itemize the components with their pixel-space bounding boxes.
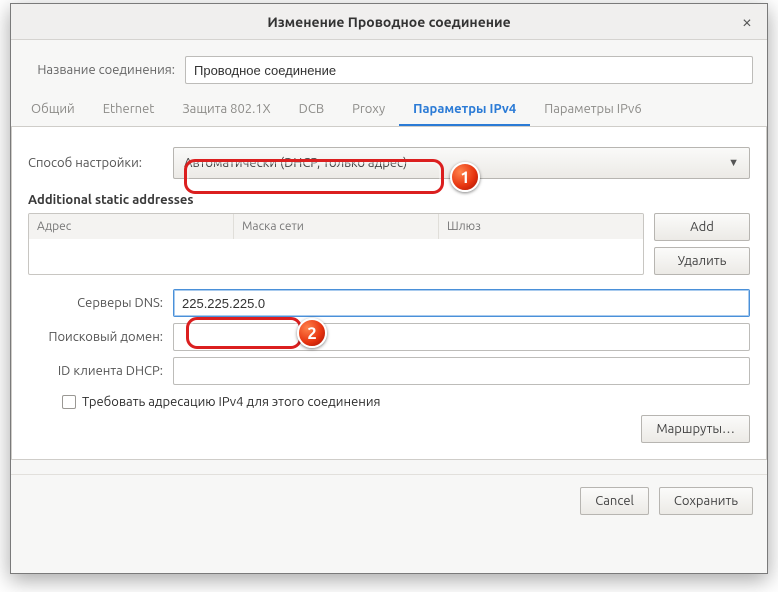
search-domain-label: Поисковый домен: xyxy=(28,330,173,344)
method-value: Автоматически (DHCP, только адрес) xyxy=(184,156,407,170)
tab-ipv6[interactable]: Параметры IPv6 xyxy=(530,94,656,126)
col-address: Адрес xyxy=(29,214,234,239)
tab-ipv4[interactable]: Параметры IPv4 xyxy=(399,94,530,126)
dns-label: Серверы DNS: xyxy=(28,296,173,310)
addresses-title: Additional static addresses xyxy=(28,193,750,207)
delete-button[interactable]: Удалить xyxy=(654,247,750,275)
dhcp-client-id-label: ID клиента DHCP: xyxy=(28,364,173,378)
method-dropdown[interactable]: Автоматически (DHCP, только адрес) ▼ xyxy=(173,147,750,179)
col-netmask: Маска сети xyxy=(234,214,439,239)
close-icon[interactable]: × xyxy=(737,12,757,32)
tab-dcb[interactable]: DCB xyxy=(285,94,338,126)
cancel-button[interactable]: Cancel xyxy=(580,487,649,515)
tab-ethernet[interactable]: Ethernet xyxy=(89,94,169,126)
save-button[interactable]: Сохранить xyxy=(659,487,753,515)
chevron-down-icon: ▼ xyxy=(728,157,739,169)
window-title: Изменение Проводное соединение xyxy=(267,14,510,30)
dhcp-client-id-input[interactable] xyxy=(173,357,750,385)
search-domain-input[interactable] xyxy=(173,323,750,351)
ipv4-panel: Способ настройки: Автоматически (DHCP, т… xyxy=(11,127,767,460)
table-row[interactable] xyxy=(29,239,643,265)
routes-button[interactable]: Маршруты… xyxy=(641,415,750,443)
tabs: Общий Ethernet Защита 802.1X DCB Proxy П… xyxy=(11,94,767,127)
connection-name-label: Название соединения: xyxy=(25,63,185,77)
connection-name-input[interactable] xyxy=(185,56,753,84)
dns-input[interactable] xyxy=(173,289,750,317)
dialog-window: Изменение Проводное соединение × Названи… xyxy=(10,3,768,574)
tab-8021x[interactable]: Защита 802.1X xyxy=(168,94,284,126)
add-button[interactable]: Add xyxy=(654,213,750,241)
addresses-table[interactable]: Адрес Маска сети Шлюз xyxy=(28,213,644,275)
require-ipv4-checkbox[interactable] xyxy=(62,395,76,409)
tab-general[interactable]: Общий xyxy=(17,94,89,126)
col-gateway: Шлюз xyxy=(439,214,643,239)
titlebar: Изменение Проводное соединение × xyxy=(11,4,767,40)
require-ipv4-label: Требовать адресацию IPv4 для этого соеди… xyxy=(82,395,381,409)
tab-proxy[interactable]: Proxy xyxy=(338,94,399,126)
method-label: Способ настройки: xyxy=(28,156,173,170)
